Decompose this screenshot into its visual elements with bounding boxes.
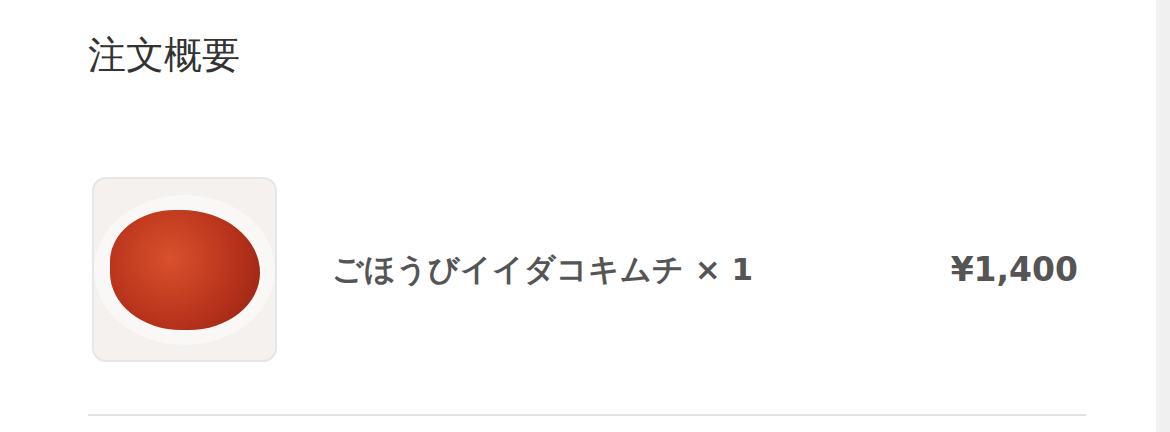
order-summary-heading: 注文概要 [88, 30, 1086, 81]
order-summary-page: 注文概要ごほうびイイダコキムチ × 1¥1,400 [0, 0, 1170, 432]
item-price: ¥1,400 [951, 250, 1078, 289]
food-shape [110, 210, 260, 330]
scrollbar-track[interactable] [1156, 0, 1170, 432]
order-item-row: ごほうびイイダコキムチ × 1¥1,400 [88, 177, 1086, 416]
item-photo [92, 177, 277, 362]
plate-shape [94, 195, 275, 345]
order-summary: 注文概要ごほうびイイダコキムチ × 1¥1,400 [0, 0, 1156, 432]
item-name: ごほうびイイダコキムチ × 1 [332, 249, 951, 291]
